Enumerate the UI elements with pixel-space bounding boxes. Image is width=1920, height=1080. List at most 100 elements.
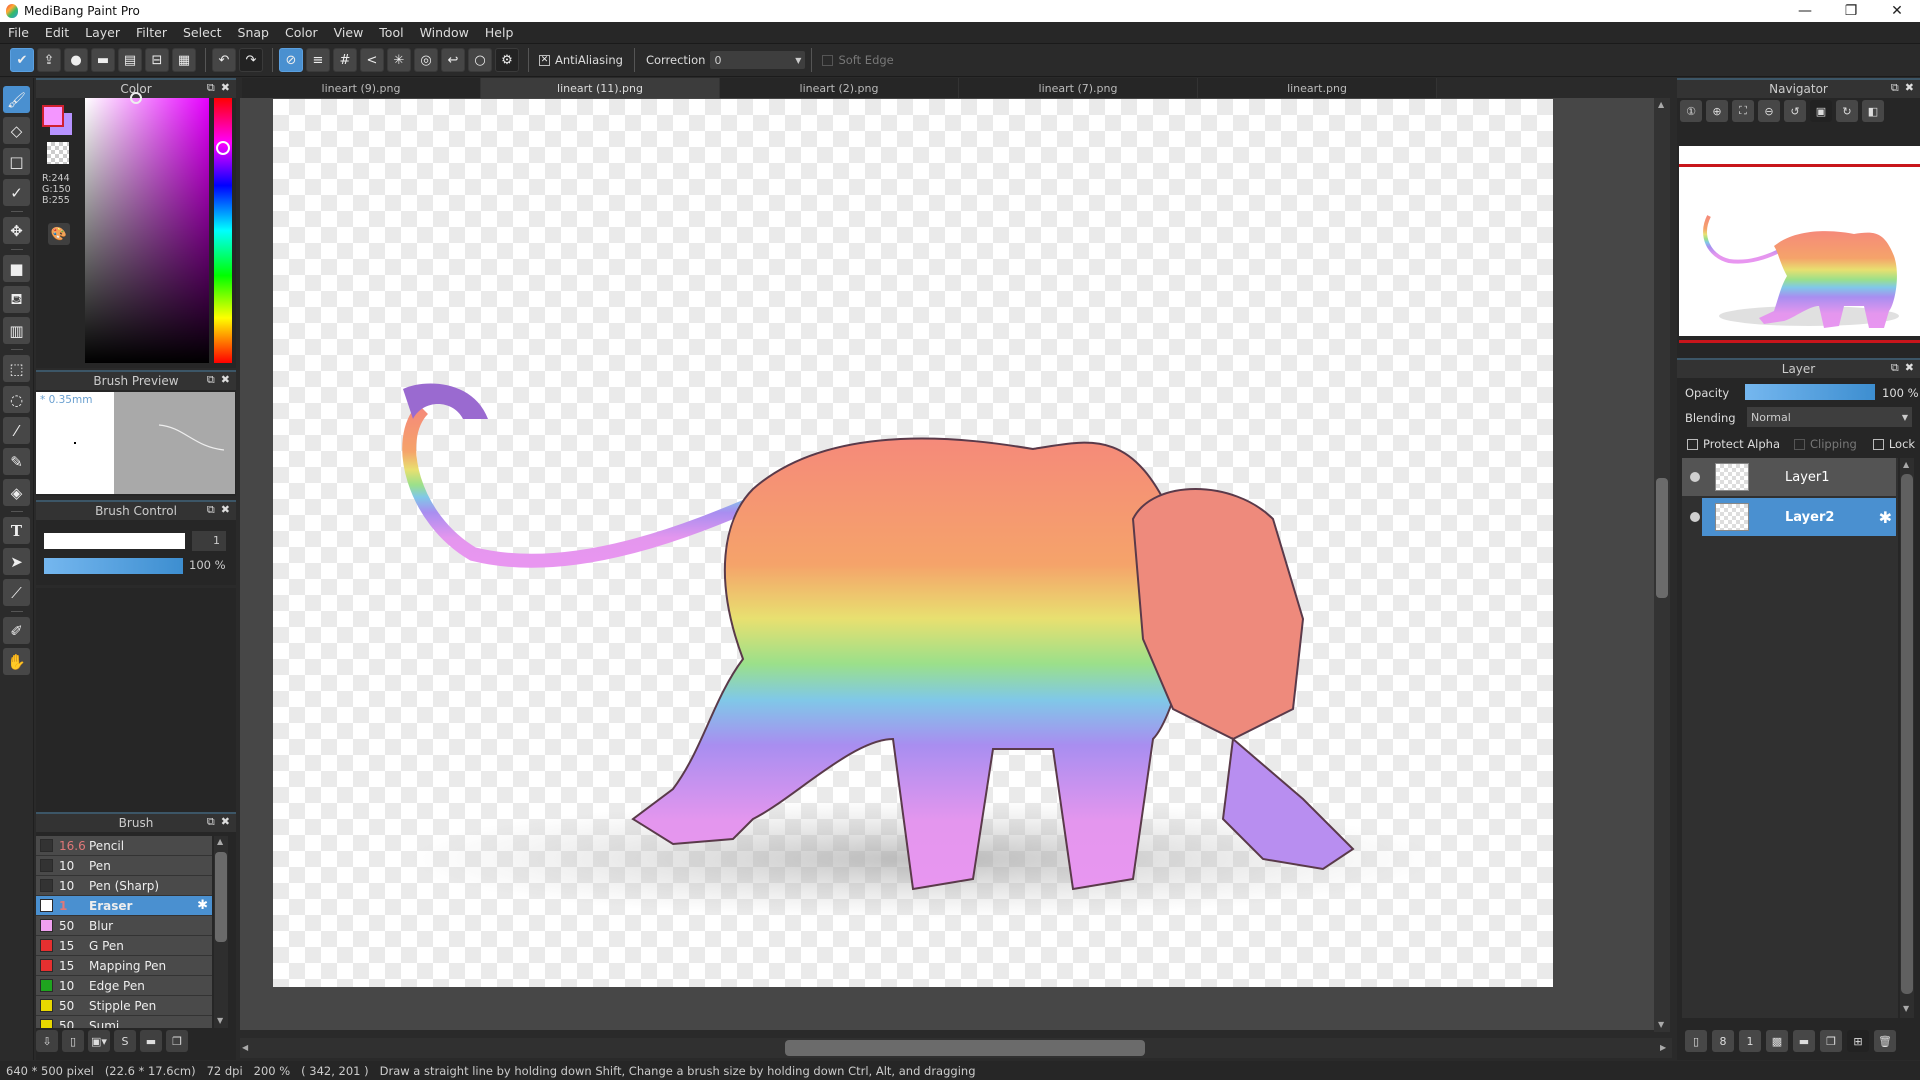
- duplicate-layer-button[interactable]: ❐: [1820, 1030, 1842, 1052]
- new-folder-button[interactable]: ▬: [1793, 1030, 1815, 1052]
- brush-list-scroll-thumb[interactable]: [215, 852, 227, 942]
- select-eraser-tool[interactable]: ◈: [3, 479, 30, 506]
- blending-mode-select[interactable]: Normal ▼: [1747, 407, 1912, 427]
- lock-checkbox[interactable]: [1872, 438, 1884, 450]
- grid-snap-button[interactable]: #: [333, 48, 357, 72]
- document-button[interactable]: ▤: [118, 48, 142, 72]
- curve-snap-button[interactable]: ↩: [441, 48, 465, 72]
- eyedropper-tool[interactable]: ✐: [3, 617, 30, 644]
- zoom-in-button[interactable]: ⊕: [1706, 100, 1728, 122]
- brush-list-item[interactable]: 50 Sumi: [36, 1016, 212, 1028]
- scroll-down-icon[interactable]: ▼: [1658, 1020, 1664, 1029]
- brush-list-item[interactable]: 10 Pen (Sharp): [36, 876, 212, 896]
- close-icon[interactable]: ✖: [221, 503, 230, 517]
- brush-list-item[interactable]: 50 Blur: [36, 916, 212, 936]
- hand-tool[interactable]: ✋: [3, 648, 30, 675]
- speech-button[interactable]: ▬: [91, 48, 115, 72]
- close-icon[interactable]: ✖: [221, 81, 230, 95]
- brush-list-item[interactable]: 1 Eraser ✱: [36, 896, 212, 916]
- brush-list-item[interactable]: 15 G Pen: [36, 936, 212, 956]
- layer-row[interactable]: Layer1: [1682, 458, 1896, 496]
- actual-size-button[interactable]: ①: [1680, 100, 1702, 122]
- document-tab[interactable]: lineart.png: [1198, 78, 1437, 98]
- new-halftone-layer-button[interactable]: ▩: [1766, 1030, 1788, 1052]
- cloud-save-button[interactable]: ✔: [10, 48, 34, 72]
- layer-scroll-thumb[interactable]: [1901, 474, 1913, 994]
- close-icon[interactable]: ✖: [1905, 361, 1914, 375]
- duplicate-brush-button[interactable]: ❐: [166, 1030, 188, 1052]
- flip-horizontal-button[interactable]: ◧: [1862, 100, 1884, 122]
- protect-alpha-checkbox[interactable]: [1687, 438, 1698, 450]
- move-tool[interactable]: ✥: [3, 217, 30, 244]
- script-brush-button[interactable]: S: [114, 1030, 136, 1052]
- bucket-tool[interactable]: ⛾: [3, 286, 30, 313]
- select-rect-tool[interactable]: ⬚: [3, 355, 30, 382]
- divide-tool[interactable]: ⟋: [3, 579, 30, 606]
- document-tab[interactable]: lineart (9).png: [242, 78, 481, 98]
- brush-list-item[interactable]: 15 Mapping Pen: [36, 956, 212, 976]
- transparent-color-swatch[interactable]: [47, 142, 69, 164]
- new-brush-button[interactable]: ▯: [62, 1030, 84, 1052]
- undock-icon[interactable]: ⧉: [1891, 361, 1899, 375]
- shape-fill-tool[interactable]: ■: [3, 255, 30, 282]
- delete-layer-button[interactable]: 🗑: [1874, 1030, 1896, 1052]
- scroll-right-icon[interactable]: ▶: [1660, 1043, 1666, 1052]
- undock-icon[interactable]: ⧉: [207, 81, 215, 95]
- comment-button[interactable]: ●: [64, 48, 88, 72]
- export-button[interactable]: ⇪: [37, 48, 61, 72]
- stroke-tool[interactable]: ✓: [3, 179, 30, 206]
- panel-layout-button[interactable]: ▦: [172, 48, 196, 72]
- close-icon[interactable]: ✖: [1905, 81, 1914, 95]
- ellipse-snap-button[interactable]: ○: [468, 48, 492, 72]
- add-bitmap-brush-button[interactable]: ▣▾: [88, 1030, 110, 1052]
- parallel-snap-button[interactable]: ≡: [306, 48, 330, 72]
- visibility-toggle-icon[interactable]: [1690, 472, 1700, 482]
- antialiasing-checkbox[interactable]: ✕: [539, 54, 550, 66]
- menu-select[interactable]: Select: [175, 25, 230, 40]
- canvas-horizontal-scrollbar[interactable]: ◀ ▶: [240, 1038, 1672, 1058]
- scroll-up-icon[interactable]: ▲: [1658, 100, 1664, 109]
- scroll-up-icon[interactable]: ▲: [1903, 460, 1909, 469]
- scroll-down-icon[interactable]: ▼: [1903, 1004, 1909, 1013]
- brush-folder-button[interactable]: ▬: [140, 1030, 162, 1052]
- document-tab[interactable]: lineart (11).png: [481, 78, 720, 98]
- brush-list-scrollbar[interactable]: ▲ ▼: [214, 836, 228, 1028]
- magic-wand-tool[interactable]: ⁄: [3, 417, 30, 444]
- perspective-snap-button[interactable]: <: [360, 48, 384, 72]
- foreground-color-swatch[interactable]: [42, 105, 64, 127]
- text-tool[interactable]: T: [3, 517, 30, 544]
- brush-list-item[interactable]: 50 Stipple Pen: [36, 996, 212, 1016]
- drawing-canvas[interactable]: [273, 99, 1553, 987]
- menu-snap[interactable]: Snap: [230, 25, 277, 40]
- layer-row[interactable]: Layer2 ✱: [1682, 498, 1896, 536]
- layer-opacity-slider[interactable]: [1745, 384, 1875, 400]
- undock-icon[interactable]: ⧉: [207, 503, 215, 517]
- reset-rotation-button[interactable]: ▣: [1810, 100, 1832, 122]
- concentric-snap-button[interactable]: ◎: [414, 48, 438, 72]
- scroll-left-icon[interactable]: ◀: [242, 1043, 248, 1052]
- menu-view[interactable]: View: [326, 25, 372, 40]
- palette-button[interactable]: 🎨: [48, 223, 70, 245]
- menu-layer[interactable]: Layer: [77, 25, 128, 40]
- rotate-right-button[interactable]: ↻: [1836, 100, 1858, 122]
- close-button[interactable]: ✕: [1874, 0, 1920, 22]
- fit-window-button[interactable]: ⛶: [1732, 100, 1754, 122]
- menu-tool[interactable]: Tool: [371, 25, 411, 40]
- gradient-tool[interactable]: ▥: [3, 317, 30, 344]
- undo-button[interactable]: ↶: [212, 48, 236, 72]
- saturation-value-picker[interactable]: [85, 98, 209, 363]
- layer-list-scrollbar[interactable]: ▲ ▼: [1900, 458, 1914, 1018]
- select-pen-tool[interactable]: ✎: [3, 448, 30, 475]
- soft-edge-checkbox[interactable]: [822, 54, 834, 66]
- menu-help[interactable]: Help: [477, 25, 522, 40]
- minimize-button[interactable]: —: [1782, 0, 1828, 22]
- rotate-left-button[interactable]: ↺: [1784, 100, 1806, 122]
- close-icon[interactable]: ✖: [221, 373, 230, 387]
- brush-opacity-slider[interactable]: [44, 558, 183, 574]
- brush-tool[interactable]: 🖌: [3, 86, 30, 113]
- hue-cursor[interactable]: [216, 141, 230, 155]
- hue-slider[interactable]: [214, 98, 232, 363]
- undock-icon[interactable]: ⧉: [207, 815, 215, 829]
- new-8bit-layer-button[interactable]: 8: [1712, 1030, 1734, 1052]
- lasso-tool[interactable]: ◌: [3, 386, 30, 413]
